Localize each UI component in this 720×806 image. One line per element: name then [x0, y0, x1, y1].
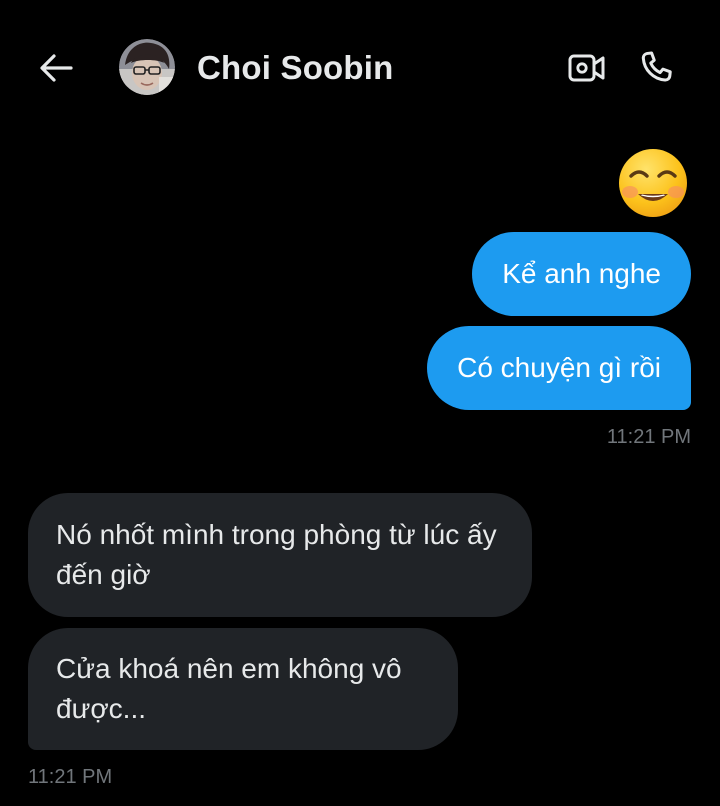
incoming-message-bubble[interactable]: Nó nhốt mình trong phòng từ lúc ấy đến g… — [28, 493, 532, 617]
back-button[interactable] — [36, 48, 76, 88]
message-timestamp: 11:21 PM — [606, 426, 691, 448]
outgoing-message-bubble[interactable]: Kể anh nghe — [472, 232, 691, 316]
arrow-left-icon — [40, 54, 73, 82]
phone-icon — [641, 51, 672, 82]
video-camera-icon — [568, 54, 605, 82]
incoming-message-bubble[interactable]: Cửa khoá nên em không vô được... — [28, 628, 458, 750]
message-timestamp: 11:21 PM — [28, 766, 113, 788]
conversation-header: Choi Soobin — [0, 0, 720, 138]
smiling-face-with-smiling-eyes-emoji — [619, 149, 687, 217]
contact-name[interactable]: Choi Soobin — [197, 48, 394, 88]
avatar[interactable] — [119, 39, 175, 95]
emoji-message[interactable] — [616, 148, 690, 218]
avatar-photo — [119, 39, 175, 95]
voice-call-button[interactable] — [634, 46, 678, 90]
outgoing-message-bubble[interactable]: Có chuyện gì rồi — [427, 326, 691, 410]
video-call-button[interactable] — [566, 48, 608, 88]
